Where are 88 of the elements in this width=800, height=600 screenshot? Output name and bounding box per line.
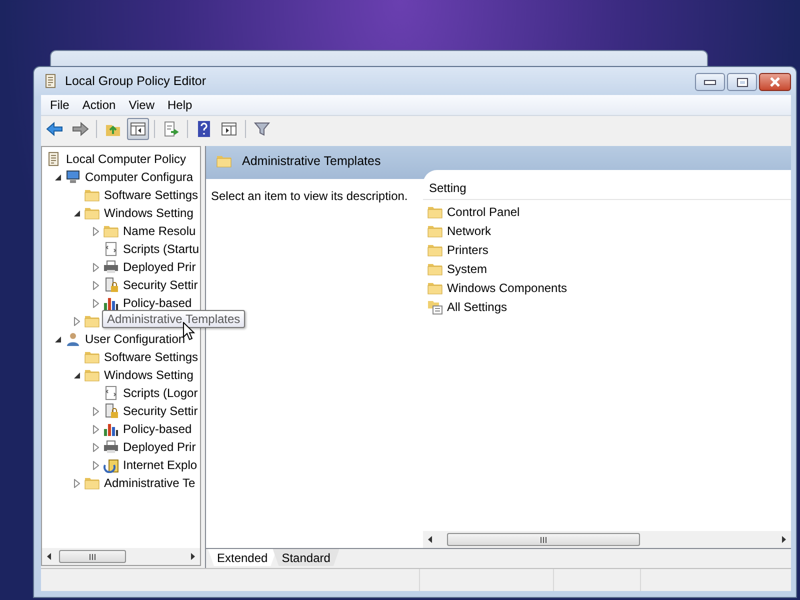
collapsed-triangle-icon[interactable]: [93, 424, 99, 434]
column-header[interactable]: Setting: [423, 176, 791, 200]
scrollbar-thumb[interactable]: [58, 550, 126, 563]
close-icon: [769, 77, 781, 87]
tree-item[interactable]: Deployed Prir: [123, 259, 196, 275]
minimize-button[interactable]: [695, 73, 725, 91]
collapsed-triangle-icon[interactable]: [93, 442, 99, 452]
scroll-right-icon[interactable]: [191, 553, 195, 560]
script-icon: [103, 241, 119, 257]
tree-item[interactable]: Security Settir: [123, 277, 198, 293]
tree-item[interactable]: Scripts (Startu: [123, 241, 200, 257]
folder-icon: [103, 223, 119, 239]
user-icon: [65, 331, 81, 347]
tree-item[interactable]: Policy-based: [123, 421, 192, 437]
tree-item[interactable]: Scripts (Logor: [123, 385, 198, 401]
folder-icon: [84, 349, 100, 365]
maximize-icon: [736, 78, 748, 86]
collapsed-triangle-icon[interactable]: [93, 298, 99, 308]
printer-icon: [103, 439, 119, 455]
menu-item[interactable]: File: [45, 98, 78, 112]
list-item[interactable]: System: [447, 262, 488, 276]
scroll-left-icon[interactable]: [47, 553, 51, 560]
menu-item[interactable]: Action: [77, 98, 124, 112]
tree-item[interactable]: Internet Explo: [123, 457, 198, 473]
console-tree-button[interactable]: [127, 118, 149, 140]
list-item[interactable]: Windows Components: [447, 280, 568, 294]
tree-item[interactable]: Deployed Prir: [123, 439, 196, 455]
forward-arrow-icon: [71, 120, 89, 138]
tree-item[interactable]: Policy-based: [123, 295, 192, 311]
tree-item[interactable]: Local Computer Policy: [66, 151, 186, 167]
bar-chart-icon: [103, 295, 119, 311]
tree-item[interactable]: Software Settings: [104, 187, 198, 203]
collapsed-triangle-icon[interactable]: [93, 280, 99, 290]
lock-icon: [103, 403, 119, 419]
scroll-left-icon[interactable]: [428, 536, 432, 543]
list-item[interactable]: Printers: [447, 242, 488, 256]
collapsed-triangle-icon[interactable]: [93, 262, 99, 272]
minimize-icon: [704, 80, 716, 84]
maximize-button[interactable]: [727, 73, 757, 91]
folder-icon: [84, 313, 100, 329]
tree-item[interactable]: Software Settings: [104, 349, 198, 365]
back-arrow-icon: [46, 120, 64, 138]
expanded-triangle-icon[interactable]: [54, 336, 62, 342]
settings-list-icon: [427, 298, 443, 314]
action-pane-icon: [220, 120, 238, 138]
collapsed-triangle-icon[interactable]: [74, 316, 80, 326]
description-text: Select an item to view its description.: [211, 189, 409, 203]
bar-chart-icon: [103, 421, 119, 437]
header-title: Administrative Templates: [242, 154, 381, 168]
menu-item[interactable]: View: [124, 98, 162, 112]
tree-item[interactable]: Windows Setting: [104, 367, 194, 383]
filter-icon: [253, 120, 271, 138]
collapsed-triangle-icon[interactable]: [74, 478, 80, 488]
list-item[interactable]: Network: [447, 224, 492, 238]
scroll-right-icon[interactable]: [782, 536, 786, 543]
browser-icon: [103, 457, 119, 473]
view-tab[interactable]: Extended: [208, 549, 277, 566]
console-tree-icon: [129, 120, 147, 138]
printer-icon: [103, 259, 119, 275]
expanded-triangle-icon[interactable]: [74, 210, 80, 216]
lock-icon: [103, 277, 119, 293]
computer-icon: [65, 169, 81, 185]
collapsed-triangle-icon[interactable]: [93, 460, 99, 470]
scrollbar-thumb[interactable]: [447, 533, 640, 546]
export-list-icon: [162, 120, 180, 138]
script-icon: [103, 385, 119, 401]
tree-item[interactable]: Computer Configura: [85, 169, 194, 185]
folder-icon: [84, 475, 100, 491]
tree-item[interactable]: Windows Setting: [104, 205, 194, 221]
collapsed-triangle-icon[interactable]: [93, 226, 99, 236]
tree-item[interactable]: Security Settir: [123, 403, 198, 419]
window-title: Local Group Policy Editor: [65, 74, 206, 88]
tree-item[interactable]: Administrative Te: [104, 475, 196, 491]
expanded-triangle-icon[interactable]: [74, 372, 80, 378]
tree-item[interactable]: User Configuration: [85, 331, 186, 347]
expanded-triangle-icon[interactable]: [54, 174, 62, 180]
list-item[interactable]: All Settings: [447, 300, 508, 314]
tooltip: Administrative Templates: [102, 310, 246, 328]
menu-item[interactable]: Help: [162, 98, 200, 112]
close-button[interactable]: [759, 73, 791, 91]
tree-item[interactable]: Name Resolu: [123, 223, 196, 239]
view-tab[interactable]: Standard: [272, 549, 340, 566]
folder-icon: [84, 367, 100, 383]
list-item[interactable]: Control Panel: [447, 204, 520, 218]
folder-icon: [84, 205, 100, 221]
folder-icon: [84, 187, 100, 203]
help-icon: [195, 120, 213, 138]
collapsed-triangle-icon[interactable]: [93, 406, 99, 416]
